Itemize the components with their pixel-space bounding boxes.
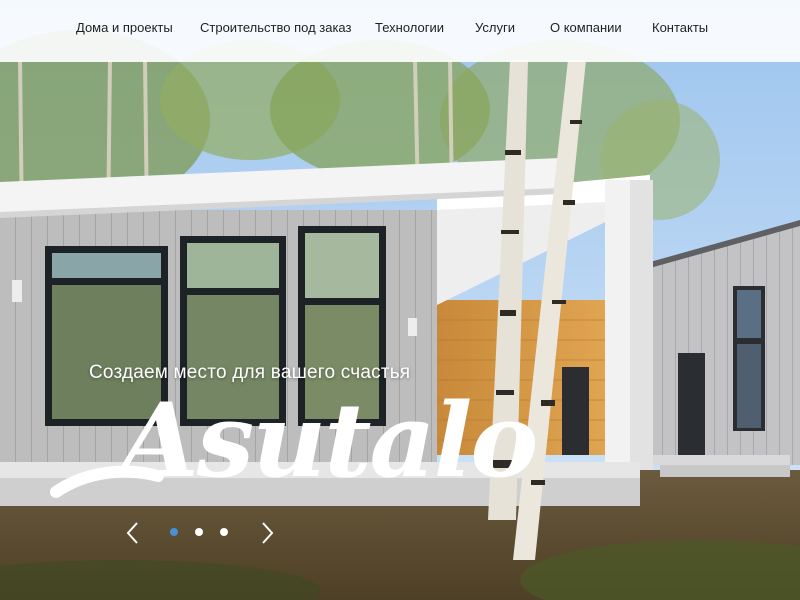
hero-photo [0,0,800,600]
nav-item-about-company[interactable]: О компании [550,20,622,35]
slider-prev-button[interactable] [121,519,145,547]
slide-dot-3[interactable] [220,528,228,536]
asutalo-logo: Asutalo [50,381,538,501]
chevron-right-icon [262,522,274,544]
nav-item-contacts[interactable]: Контакты [652,20,708,35]
nav-item-services[interactable]: Услуги [475,20,515,35]
hero-banner [0,0,800,600]
slide-dot-1[interactable] [170,528,178,536]
logo-text: Asutalo [112,381,537,501]
nav-item-technologies[interactable]: Технологии [375,20,444,35]
slide-dot-2[interactable] [195,528,203,536]
slider-pagination [170,528,228,536]
slider-next-button[interactable] [255,519,279,547]
nav-item-homes-and-projects[interactable]: Дома и проекты [76,20,173,35]
nav-item-custom-construction[interactable]: Строительство под заказ [200,20,351,35]
main-navigation: Дома и проекты Строительство под заказ Т… [0,0,800,62]
chevron-left-icon [126,522,138,544]
